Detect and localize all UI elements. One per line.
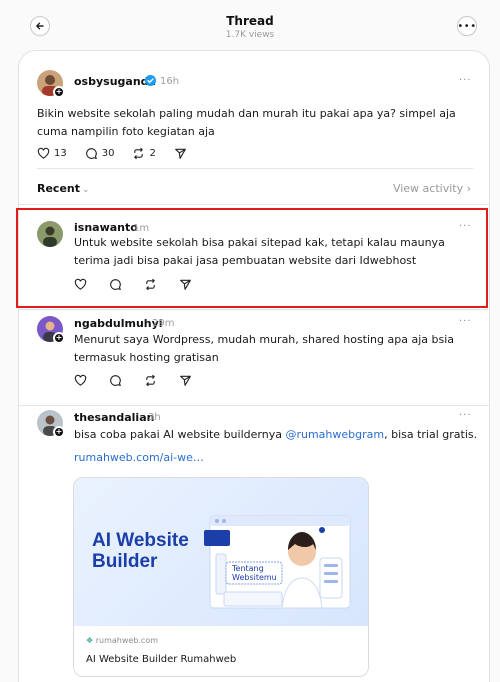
comment-icon <box>110 375 121 387</box>
repost-count: 2 <box>149 148 156 159</box>
divider <box>37 168 473 169</box>
follow-badge-icon[interactable]: + <box>53 426 65 438</box>
preview-overlay-text: Tentang <box>231 564 264 573</box>
repost-button[interactable] <box>144 374 161 387</box>
view-activity-label: View activity <box>392 182 464 195</box>
verified-icon <box>145 75 156 86</box>
reply-actions <box>74 374 214 387</box>
avatar[interactable]: + <box>37 410 67 440</box>
divider <box>19 204 489 205</box>
preview-domain-text: rumahweb.com <box>95 636 159 645</box>
share-button[interactable] <box>174 147 191 160</box>
reply-count: 30 <box>101 148 115 159</box>
avatar[interactable]: + <box>37 316 67 346</box>
divider <box>19 309 489 310</box>
reply-username[interactable]: thesandalian <box>74 411 154 424</box>
reply-time: 3h <box>148 412 161 423</box>
preview-overlay-text: Websitemu <box>232 573 277 582</box>
reply-text-part: bisa coba pakai AI website buildernya <box>74 428 286 441</box>
reply-time: 29m <box>152 318 175 329</box>
globe-icon: ❖ <box>86 636 94 645</box>
sort-dropdown[interactable]: Recent ⌄ <box>37 182 90 195</box>
send-icon <box>180 375 191 386</box>
url-link[interactable]: rumahweb.com/ai-we… <box>74 449 204 467</box>
preview-domain: ❖ rumahweb.com <box>86 636 158 645</box>
preview-image: AI Website Builder Tentang Websitemu <box>74 478 368 626</box>
top-bar: Thread 1.7K views ••• <box>0 0 500 48</box>
reply-username[interactable]: ngabdulmuhyi <box>74 317 163 330</box>
post-more-icon[interactable]: ··· <box>459 75 472 86</box>
preview-title: AI Website Builder Rumahweb <box>86 654 237 665</box>
repost-icon <box>146 374 155 387</box>
like-button[interactable] <box>74 374 91 387</box>
preview-headline-line: AI Website <box>92 530 189 551</box>
heart-icon <box>37 147 50 159</box>
post-text: Bikin website sekolah paling mudah dan m… <box>37 107 456 138</box>
reply-text: bisa coba pakai AI website buildernya @r… <box>74 426 484 444</box>
repost-icon <box>134 147 144 160</box>
comment-icon <box>85 148 97 160</box>
reply-more-icon[interactable]: ··· <box>459 316 472 327</box>
reply-button[interactable] <box>109 374 126 387</box>
follow-badge-icon[interactable]: + <box>53 86 65 98</box>
post-username[interactable]: osbysuganda <box>74 75 156 88</box>
view-count: 1.7K views <box>225 30 275 40</box>
more-horizontal-icon: ••• <box>457 20 477 32</box>
avatar[interactable]: + <box>37 70 67 100</box>
sort-label: Recent <box>37 182 81 195</box>
send-icon <box>174 148 186 159</box>
like-button[interactable]: 13 <box>37 147 67 160</box>
repost-button[interactable]: 2 <box>132 147 156 160</box>
more-options-button[interactable]: ••• <box>457 16 477 36</box>
link-preview-card[interactable]: AI Website Builder Tentang Websitemu ❖ r… <box>73 477 369 677</box>
heart-icon <box>74 374 87 386</box>
preview-headline-line: Builder <box>92 551 158 572</box>
chevron-right-icon: › <box>466 182 471 195</box>
view-activity-link[interactable]: View activity › <box>393 182 471 195</box>
like-count: 13 <box>54 148 67 159</box>
divider <box>19 405 489 406</box>
reply-more-icon[interactable]: ··· <box>459 410 472 421</box>
reply-text: Menurut saya Wordpress, mudah murah, sha… <box>74 333 455 364</box>
thread-card: + osbysuganda 16h ··· Bikin website seko… <box>18 50 490 682</box>
reply-text-part: , bisa trial gratis. <box>384 428 478 441</box>
preview-headline: AI Website Builder <box>92 530 189 572</box>
follow-badge-icon[interactable]: + <box>53 332 65 344</box>
page-title: Thread <box>226 14 274 28</box>
share-button[interactable] <box>179 374 196 387</box>
preview-illustration: Tentang Websitemu <box>204 515 351 609</box>
highlight-box <box>16 208 488 308</box>
post-time: 16h <box>160 76 180 87</box>
reply-button[interactable]: 30 <box>85 147 115 160</box>
chevron-down-icon: ⌄ <box>82 185 90 195</box>
mention-link[interactable]: @rumahwebgram <box>285 428 384 441</box>
post-actions: 13 30 2 <box>37 147 209 160</box>
